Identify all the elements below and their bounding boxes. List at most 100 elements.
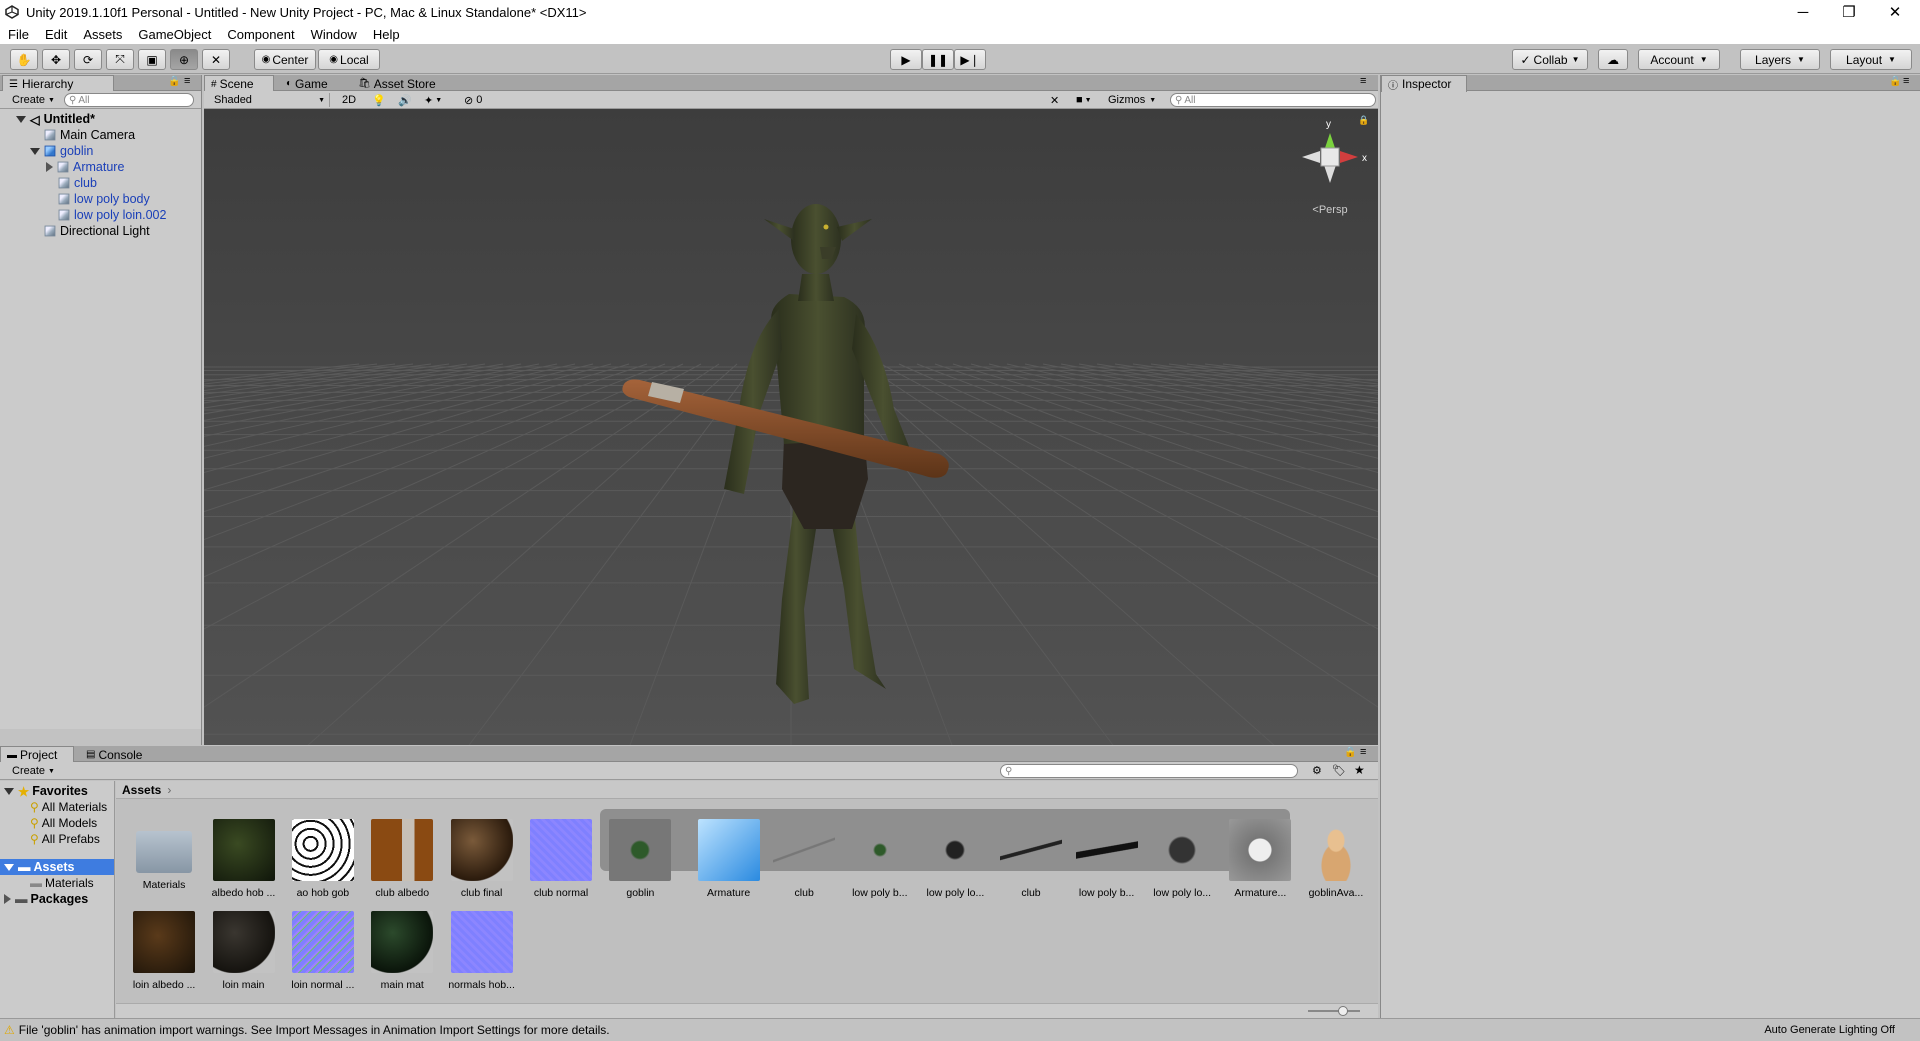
tree-item-main-camera[interactable]: Main Camera — [44, 127, 135, 143]
expand-arrow-icon[interactable] — [16, 115, 26, 123]
rotate-tool-button[interactable]: ⟳ — [74, 49, 102, 70]
panel-menu-icon[interactable]: ≡ — [1360, 75, 1366, 87]
maximize-button[interactable]: ❐ — [1826, 0, 1872, 24]
rect-tool-button[interactable]: ▣ — [138, 49, 166, 70]
asset-item[interactable]: low poly b... — [1072, 819, 1142, 899]
scene-search-input[interactable]: ⚲ All — [1170, 93, 1376, 107]
menu-component[interactable]: Component — [219, 27, 302, 42]
expand-arrow-icon[interactable] — [4, 787, 14, 795]
hierarchy-create-button[interactable]: Create ▼ — [8, 93, 59, 107]
panel-menu-icon[interactable]: ≡ — [184, 75, 190, 87]
scene-viewport[interactable]: y x <Persp 🔒 — [204, 109, 1378, 745]
hierarchy-search-input[interactable]: ⚲ All — [64, 93, 194, 107]
layout-dropdown[interactable]: Layout ▼ — [1830, 49, 1912, 70]
asset-item[interactable]: club final — [447, 819, 517, 899]
asset-item[interactable]: goblin — [605, 819, 675, 899]
2d-toggle[interactable]: 2D — [338, 93, 360, 107]
asset-item[interactable]: club — [996, 819, 1066, 899]
favorites-group[interactable]: ★ Favorites — [4, 783, 88, 799]
tab-game[interactable]: ◐ Game — [280, 75, 334, 92]
project-create-button[interactable]: Create ▼ — [8, 764, 59, 778]
tab-scene[interactable]: # Scene — [204, 75, 274, 92]
asset-item[interactable]: club albedo — [367, 819, 437, 899]
menu-help[interactable]: Help — [365, 27, 408, 42]
cloud-button[interactable]: ☁ — [1598, 49, 1628, 70]
asset-item[interactable]: Armature... — [1225, 819, 1295, 899]
star-icon[interactable]: ★ — [1354, 763, 1365, 777]
asset-item[interactable]: goblinAva... — [1301, 819, 1371, 899]
tree-item-club[interactable]: club — [58, 175, 97, 191]
asset-item[interactable]: main mat — [367, 911, 437, 991]
expand-arrow-icon[interactable] — [4, 894, 11, 904]
favorite-all-prefabs[interactable]: ⚲ All Prefabs — [30, 831, 100, 847]
status-warning-text[interactable]: File 'goblin' has animation import warni… — [19, 1023, 610, 1037]
panel-menu-icon[interactable]: ≡ — [1360, 746, 1366, 758]
layers-dropdown[interactable]: Layers ▼ — [1740, 49, 1820, 70]
shading-mode-dropdown[interactable]: Shaded ▼ — [210, 93, 330, 107]
asset-item[interactable]: low poly b... — [845, 819, 915, 899]
asset-item[interactable]: normals hob... — [447, 911, 517, 991]
lock-icon[interactable]: 🔒 — [1358, 115, 1369, 126]
asset-item[interactable]: loin albedo ... — [129, 911, 199, 991]
lighting-toggle[interactable]: 💡 — [368, 93, 390, 107]
expand-arrow-icon[interactable] — [4, 863, 14, 871]
tab-asset-store[interactable]: 🛍 Asset Store — [352, 75, 442, 92]
favorite-all-materials[interactable]: ⚲ All Materials — [30, 799, 107, 815]
pause-button[interactable]: ❚❚ — [922, 49, 954, 70]
scene-tools-button[interactable]: ✕ — [1046, 93, 1063, 107]
panel-menu-icon[interactable]: ≡ — [1903, 75, 1909, 87]
tab-inspector[interactable]: ⓘ Inspector — [1381, 75, 1467, 92]
asset-item[interactable]: club — [769, 819, 839, 899]
menu-file[interactable]: File — [0, 27, 37, 42]
close-button[interactable]: ✕ — [1872, 0, 1918, 24]
favorite-all-models[interactable]: ⚲ All Models — [30, 815, 97, 831]
tree-item-low-poly-loin[interactable]: low poly loin.002 — [58, 207, 166, 223]
asset-item[interactable]: albedo hob ... — [209, 819, 279, 899]
tab-project[interactable]: ▬ Project — [0, 746, 74, 763]
menu-assets[interactable]: Assets — [75, 27, 130, 42]
move-tool-button[interactable]: ✥ — [42, 49, 70, 70]
projection-toggle[interactable]: <Persp — [1290, 204, 1370, 216]
breadcrumb-assets[interactable]: Assets — [122, 783, 161, 797]
expand-arrow-icon[interactable] — [46, 162, 53, 172]
lock-icon[interactable]: 🔒 — [1889, 76, 1901, 87]
asset-item[interactable]: club normal — [526, 819, 596, 899]
lock-icon[interactable]: 🔒 — [1344, 747, 1356, 758]
asset-item[interactable]: loin main — [209, 911, 279, 991]
play-button[interactable]: ▶ — [890, 49, 922, 70]
filter-type-icon[interactable]: ⚙ — [1312, 764, 1322, 777]
hand-tool-button[interactable]: ✋ — [10, 49, 38, 70]
materials-folder-item[interactable]: ▬ Materials — [30, 875, 94, 891]
tree-item-low-poly-body[interactable]: low poly body — [58, 191, 150, 207]
pivot-local-button[interactable]: ◉ Local — [318, 49, 380, 70]
effects-dropdown[interactable]: ✦ ▼ — [420, 93, 446, 107]
hidden-objects-toggle[interactable]: ⊘ 0 — [460, 93, 486, 107]
project-search-input[interactable]: ⚲ — [1000, 764, 1298, 778]
packages-folder-item[interactable]: ▬ Packages — [4, 891, 88, 907]
tree-item-armature[interactable]: Armature — [46, 159, 124, 175]
collab-dropdown[interactable]: ✓ Collab ▼ — [1512, 49, 1588, 70]
scale-tool-button[interactable]: ⤧ — [106, 49, 134, 70]
thumbnail-size-slider[interactable] — [1308, 1010, 1360, 1012]
tag-icon[interactable]: 🏷 — [1332, 764, 1346, 777]
tree-item-directional-light[interactable]: Directional Light — [44, 223, 150, 239]
assets-folder-item[interactable]: ▬ Assets — [0, 859, 114, 875]
tree-item-goblin[interactable]: goblin — [30, 143, 93, 159]
minimize-button[interactable]: ─ — [1780, 0, 1826, 24]
step-button[interactable]: ▶❘ — [954, 49, 986, 70]
lock-icon[interactable]: 🔒 — [168, 76, 180, 87]
menu-window[interactable]: Window — [303, 27, 365, 42]
scene-root-item[interactable]: ◁ Untitled* — [16, 111, 95, 127]
slider-thumb[interactable] — [1338, 1006, 1348, 1016]
camera-dropdown[interactable]: ■ ▼ — [1072, 93, 1096, 107]
menu-edit[interactable]: Edit — [37, 27, 75, 42]
tab-console[interactable]: ▤ Console — [80, 746, 148, 763]
expand-arrow-icon[interactable] — [30, 147, 40, 155]
gizmos-dropdown[interactable]: Gizmos ▼ — [1104, 93, 1160, 107]
menu-gameobject[interactable]: GameObject — [130, 27, 219, 42]
asset-item[interactable]: Materials — [129, 819, 199, 891]
account-dropdown[interactable]: Account ▼ — [1638, 49, 1720, 70]
audio-toggle[interactable]: 🔊 — [394, 93, 416, 107]
custom-tool-button[interactable]: ✕ — [202, 49, 230, 70]
asset-item[interactable]: low poly lo... — [920, 819, 990, 899]
